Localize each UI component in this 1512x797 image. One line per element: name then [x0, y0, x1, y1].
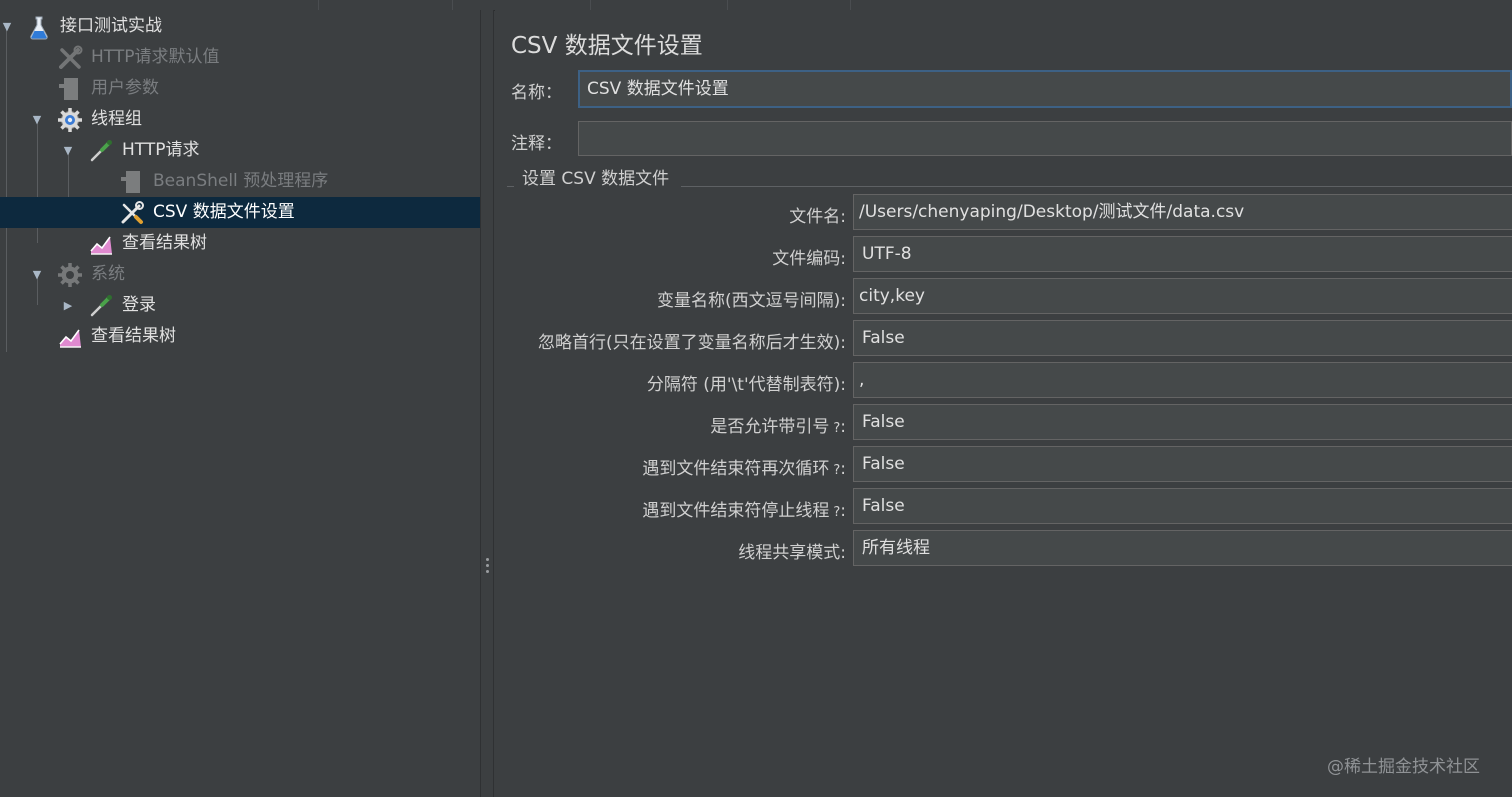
sharing-mode-label: 线程共享模式: — [738, 543, 846, 563]
allow-quoted-label: 是否允许带引号?: — [710, 412, 846, 437]
page-title: CSV 数据文件设置 — [511, 33, 703, 59]
config-wrench-icon — [119, 200, 145, 226]
chevron-down-icon[interactable]: ▼ — [61, 135, 75, 166]
chevron-down-icon[interactable]: ▼ — [30, 104, 44, 135]
sampler-pipette-icon — [88, 293, 114, 319]
tree-item-label: 线程组 — [91, 109, 142, 129]
preprocessor-doc-icon — [57, 76, 83, 102]
watermark: @稀土掘金技术社区 — [1327, 757, 1480, 777]
tree-item-results-tree[interactable]: 查看结果树 — [0, 321, 480, 352]
encoding-select[interactable]: UTF-8 — [853, 236, 1512, 272]
group-border — [681, 186, 1512, 187]
listener-graph-icon — [88, 231, 114, 257]
tree-item-label: HTTP请求 — [122, 140, 200, 160]
comment-label: 注释： — [511, 134, 562, 154]
encoding-label: 文件编码: — [772, 249, 846, 269]
tree-item-thread-group[interactable]: ▼ 线程组 — [0, 104, 480, 135]
variable-names-input[interactable]: city,key — [853, 278, 1512, 314]
field-label-text: 遇到文件结束符再次循环 — [642, 459, 830, 479]
filename-input[interactable]: /Users/chenyaping/Desktop/测试文件/data.csv — [853, 194, 1512, 230]
field-label-text: 是否允许带引号 — [710, 417, 830, 437]
stop-thread-on-eof-select[interactable]: False — [853, 488, 1512, 524]
tree-item-system[interactable]: ▼ 系统 — [0, 259, 480, 290]
group-title: 设置 CSV 数据文件 — [522, 169, 670, 189]
preprocessor-doc-icon — [119, 169, 145, 195]
name-label: 名称： — [511, 83, 562, 103]
comment-input[interactable] — [578, 121, 1512, 156]
recycle-on-eof-label: 遇到文件结束符再次循环?: — [642, 454, 846, 479]
test-plan-tree: ▼ 接口测试实战 HTTP请求默认值 用户参数 ▼ 线程组 ▼ HTTP请求 B… — [0, 10, 480, 797]
name-input[interactable]: CSV 数据文件设置 — [578, 70, 1512, 108]
label-colon: : — [840, 501, 846, 521]
tree-item-label: 用户参数 — [91, 78, 159, 98]
label-colon: : — [840, 417, 846, 437]
label-colon: : — [840, 459, 846, 479]
tree-item-label: 查看结果树 — [91, 326, 176, 346]
config-wrench-icon — [57, 45, 83, 71]
delimiter-label: 分隔符 (用'\t'代替制表符): — [646, 375, 846, 395]
tree-item-label: 系统 — [91, 264, 125, 284]
stop-thread-on-eof-label: 遇到文件结束符停止线程?: — [642, 496, 846, 521]
tree-item-test-plan[interactable]: ▼ 接口测试实战 — [0, 11, 480, 42]
tree-item-label: HTTP请求默认值 — [91, 47, 220, 67]
variable-names-label: 变量名称(西文逗号间隔): — [657, 291, 846, 311]
panel-splitter[interactable] — [480, 10, 494, 797]
filename-label: 文件名: — [789, 207, 846, 227]
group-border — [507, 186, 514, 187]
tree-item-label: CSV 数据文件设置 — [153, 202, 295, 222]
ignore-first-line-select[interactable]: False — [853, 320, 1512, 356]
tree-item-csv-config[interactable]: CSV 数据文件设置 — [0, 197, 480, 228]
sharing-mode-select[interactable]: 所有线程 — [853, 530, 1512, 566]
tree-item-http-defaults[interactable]: HTTP请求默认值 — [0, 42, 480, 73]
recycle-on-eof-select[interactable]: False — [853, 446, 1512, 482]
allow-quoted-select[interactable]: False — [853, 404, 1512, 440]
tree-item-label: BeanShell 预处理程序 — [153, 171, 329, 191]
tree-item-beanshell[interactable]: BeanShell 预处理程序 — [0, 166, 480, 197]
tree-item-http-request[interactable]: ▼ HTTP请求 — [0, 135, 480, 166]
tree-item-label: 登录 — [122, 295, 156, 315]
csv-config-panel: CSV 数据文件设置 名称： CSV 数据文件设置 注释： 设置 CSV 数据文… — [495, 10, 1512, 797]
ignore-first-line-label: 忽略首行(只在设置了变量名称后才生效): — [538, 333, 846, 353]
listener-graph-icon — [57, 324, 83, 350]
thread-group-gear-icon — [57, 262, 83, 288]
chevron-down-icon[interactable]: ▼ — [0, 11, 14, 42]
sampler-pipette-icon — [88, 138, 114, 164]
chevron-right-icon[interactable]: ▶ — [61, 290, 75, 321]
thread-group-gear-icon — [57, 107, 83, 133]
tree-item-label: 接口测试实战 — [60, 16, 162, 36]
delimiter-input[interactable]: , — [853, 362, 1512, 398]
tree-item-label: 查看结果树 — [122, 233, 207, 253]
field-label-text: 遇到文件结束符停止线程 — [642, 501, 830, 521]
test-plan-flask-icon — [26, 14, 52, 40]
chevron-down-icon[interactable]: ▼ — [30, 259, 44, 290]
tree-item-login[interactable]: ▶ 登录 — [0, 290, 480, 321]
tree-item-user-params[interactable]: 用户参数 — [0, 73, 480, 104]
tree-item-results-tree[interactable]: 查看结果树 — [0, 228, 480, 259]
